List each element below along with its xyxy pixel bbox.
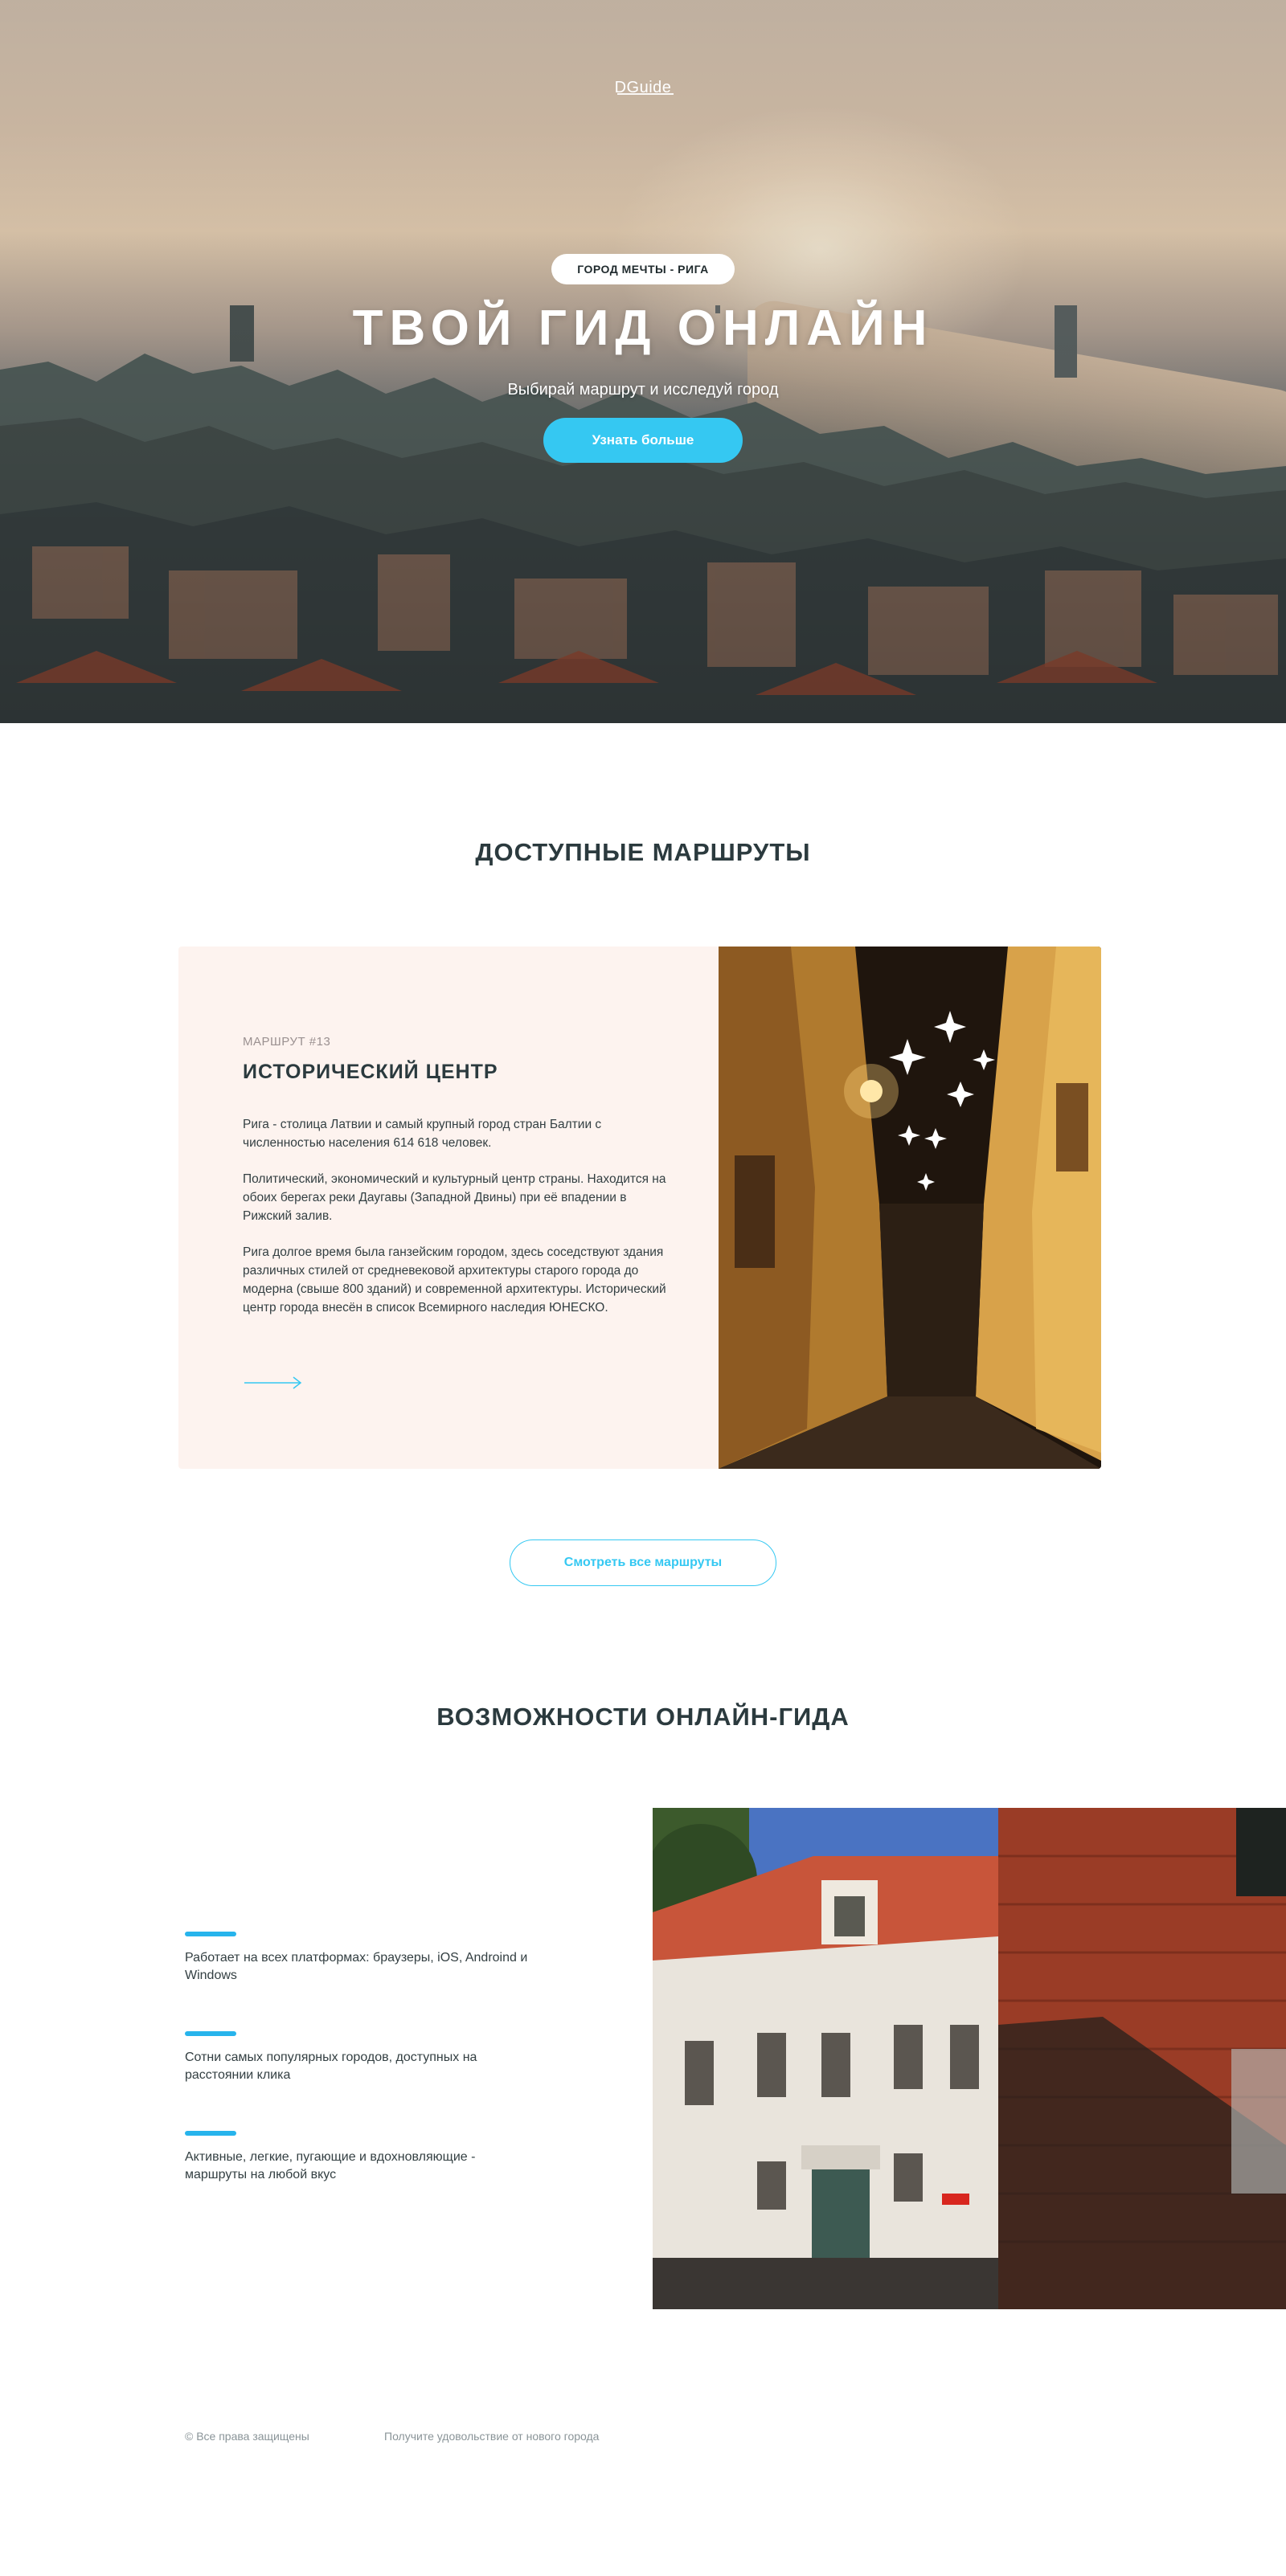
feature-accent-bar bbox=[185, 2031, 236, 2036]
feature-item: Сотни самых популярных городов, доступны… bbox=[185, 2031, 571, 2084]
hero-subtitle: Выбирай маршрут и исследуй город bbox=[507, 380, 779, 399]
feature-item: Активные, легкие, пугающие и вдохновляющ… bbox=[185, 2131, 571, 2184]
features-section-title: ВОЗМОЖНОСТИ ОНЛАЙН-ГИДА bbox=[436, 1703, 850, 1731]
feature-accent-bar bbox=[185, 2131, 236, 2136]
route-paragraph: Рига долгое время была ганзейским городо… bbox=[243, 1245, 666, 1315]
arrow-right-icon[interactable] bbox=[243, 1374, 304, 1392]
logo-underline bbox=[617, 93, 674, 95]
hero-title: ТВОЙ ГИД ОНЛАЙН bbox=[352, 300, 934, 356]
footer-copyright: © Все права защищены bbox=[185, 2430, 309, 2443]
view-all-routes-button[interactable]: Смотреть все маршруты bbox=[510, 1539, 776, 1586]
route-paragraph: Рига - столица Латвии и самый крупный го… bbox=[243, 1118, 602, 1150]
route-text: МАРШРУТ #13 ИСТОРИЧЕСКИЙ ЦЕНТР Рига - ст… bbox=[243, 1035, 677, 1317]
logo[interactable]: DGuide bbox=[611, 74, 675, 101]
feature-text: Активные, легкие, пугающие и вдохновляющ… bbox=[185, 2150, 476, 2181]
learn-more-button[interactable]: Узнать больше bbox=[543, 418, 743, 463]
route-title: ИСТОРИЧЕСКИЙ ЦЕНТР bbox=[243, 1061, 498, 1083]
feature-accent-bar bbox=[185, 1932, 236, 1936]
feature-text: Работает на всех платформах: браузеры, i… bbox=[185, 1951, 528, 1982]
footer-tagline: Получите удовольствие от нового города bbox=[384, 2430, 600, 2443]
route-card: МАРШРУТ #13 ИСТОРИЧЕСКИЙ ЦЕНТР Рига - ст… bbox=[178, 947, 1101, 1469]
routes-section-title: ДОСТУПНЫЕ МАРШРУТЫ bbox=[475, 838, 811, 866]
route-paragraph: Политический, экономический и культурный… bbox=[243, 1172, 666, 1223]
old-town-street-image bbox=[719, 947, 1101, 1469]
hero-section: DGuide ГОРОД МЕЧТЫ - РИГА ТВОЙ ГИД ОНЛАЙ… bbox=[0, 0, 1286, 723]
feature-item: Работает на всех платформах: браузеры, i… bbox=[185, 1932, 571, 1985]
city-badge: ГОРОД МЕЧТЫ - РИГА bbox=[551, 254, 735, 284]
riga-buildings-image bbox=[653, 1808, 1286, 2309]
hero-overlay bbox=[0, 0, 1286, 723]
feature-text: Сотни самых популярных городов, доступны… bbox=[185, 2051, 477, 2082]
route-number: МАРШРУТ #13 bbox=[243, 1035, 331, 1049]
